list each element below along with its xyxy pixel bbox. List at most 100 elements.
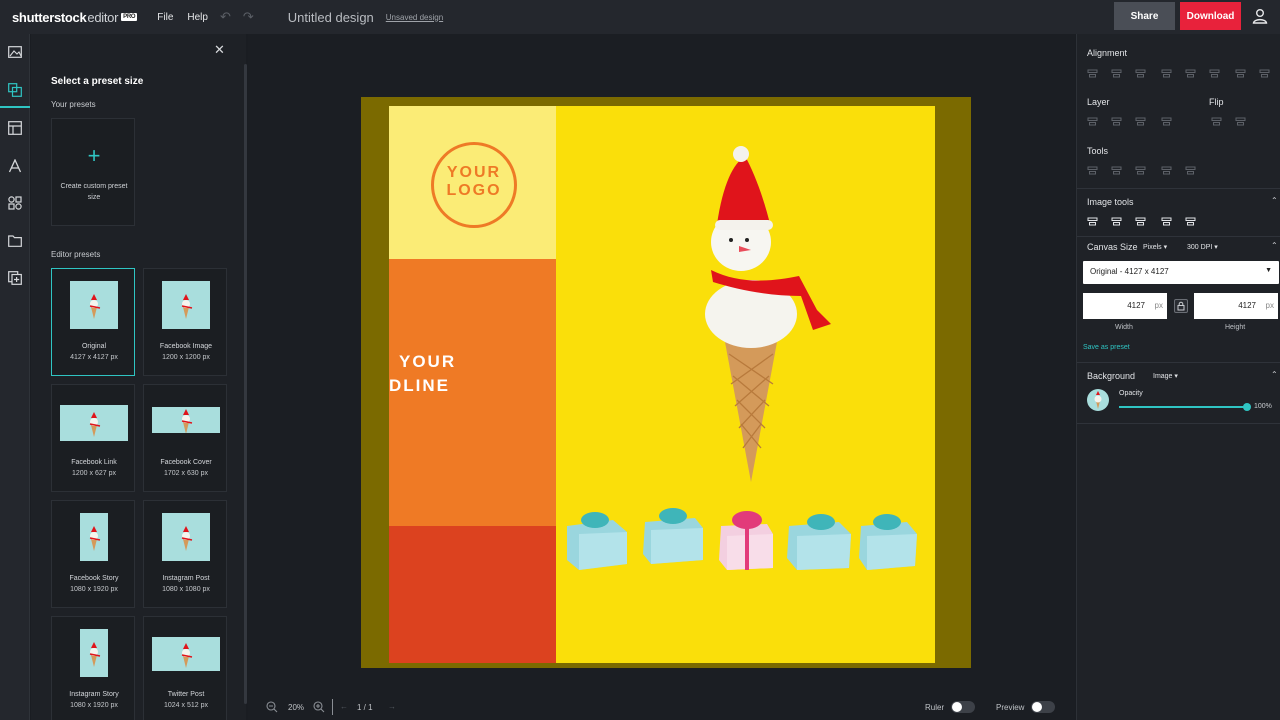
resize-icon (8, 83, 22, 97)
rail-elements[interactable] (5, 193, 25, 213)
divider (1077, 423, 1280, 424)
distribute-vertical-icon[interactable] (1235, 68, 1246, 79)
duplicate-icon[interactable] (1111, 165, 1122, 176)
mask-icon[interactable] (1161, 216, 1172, 227)
width-label: Width (1115, 324, 1133, 331)
divider (1077, 362, 1280, 363)
lock-icon[interactable] (1135, 165, 1146, 176)
pattern-icon[interactable] (1135, 216, 1146, 227)
document-title[interactable]: Untitled design (288, 10, 374, 25)
preset-name: Twitter Post (167, 691, 205, 698)
preset-card[interactable]: Facebook Image 1200 x 1200 px (143, 268, 227, 376)
eraser-icon[interactable] (1111, 216, 1122, 227)
preset-card[interactable]: Twitter Post 1024 x 512 px (143, 616, 227, 720)
ice-cream-snowman-image[interactable] (689, 144, 849, 484)
close-icon[interactable]: ✕ (214, 42, 225, 58)
background-type-select[interactable]: Image ▾ (1153, 372, 1178, 380)
folder-icon (8, 235, 22, 247)
preset-thumbnail (80, 513, 108, 561)
brand-logo[interactable]: shutterstock editor PRO (12, 10, 138, 25)
save-as-preset-link[interactable]: Save as preset (1083, 344, 1130, 351)
preset-thumbnail (162, 513, 210, 561)
bring-forward-icon[interactable] (1087, 116, 1098, 127)
zoom-in-icon[interactable] (313, 701, 325, 713)
download-button[interactable]: Download (1180, 2, 1241, 30)
rail-images[interactable] (5, 42, 25, 62)
preview-toggle[interactable] (1031, 701, 1055, 713)
canvas-size-dropdown[interactable]: Original - 4127 x 4127 ▼ (1083, 261, 1279, 284)
menu-file[interactable]: File (157, 12, 173, 23)
preset-card[interactable]: Original 4127 x 4127 px (51, 268, 135, 376)
preset-card[interactable]: Facebook Cover 1702 x 630 px (143, 384, 227, 492)
headline-line-1[interactable]: YOUR (399, 350, 456, 374)
align-middle-icon[interactable] (1185, 68, 1196, 79)
canvas-size-heading: Canvas Size (1087, 242, 1138, 252)
background-thumbnail[interactable] (1087, 389, 1109, 411)
opacity-slider-handle[interactable] (1243, 403, 1251, 411)
rail-add-page[interactable] (5, 268, 25, 288)
width-value: 4127 (1127, 301, 1145, 310)
height-label: Height (1225, 324, 1246, 331)
create-custom-preset-button[interactable]: + Create custom preset size (51, 118, 135, 226)
unit-select[interactable]: Pixels ▾ (1143, 243, 1167, 251)
preset-name: Facebook Cover (160, 459, 212, 466)
unsaved-link[interactable]: Unsaved design (386, 13, 443, 22)
alignment-heading: Alignment (1087, 48, 1128, 58)
next-page-icon[interactable]: → (388, 702, 396, 711)
send-to-back-icon[interactable] (1161, 116, 1172, 127)
canvas-size-value: Original - 4127 x 4127 (1090, 267, 1169, 276)
height-field[interactable]: 4127 px (1194, 293, 1278, 319)
rail-resize[interactable] (0, 80, 30, 108)
undo-icon[interactable]: ↶ (220, 9, 231, 25)
align-left-icon[interactable] (1087, 68, 1098, 79)
align-bottom-icon[interactable] (1209, 68, 1220, 79)
artboard[interactable]: YOUR LOGO YOUR DLINE (389, 106, 935, 663)
user-icon[interactable] (1252, 8, 1268, 24)
crop-icon[interactable] (1087, 216, 1098, 227)
copy-icon[interactable] (1161, 165, 1172, 176)
collapse-icon[interactable]: ⌃ (1271, 196, 1278, 205)
preset-size: 1080 x 1080 px (162, 586, 210, 593)
bottom-block[interactable] (389, 526, 556, 663)
gift-boxes-image[interactable] (561, 504, 921, 576)
rail-uploads[interactable] (5, 231, 25, 251)
preset-card[interactable]: Instagram Post 1080 x 1080 px (143, 500, 227, 608)
width-field[interactable]: 4127 px (1083, 293, 1167, 319)
align-right-icon[interactable] (1135, 68, 1146, 79)
prev-page-icon[interactable]: ← (340, 702, 348, 711)
distribute-horizontal-icon[interactable] (1259, 68, 1270, 79)
collapse-icon[interactable]: ⌃ (1271, 370, 1278, 379)
lock-aspect-icon[interactable] (1174, 299, 1188, 313)
send-backward-icon[interactable] (1111, 116, 1122, 127)
align-center-icon[interactable] (1111, 68, 1122, 79)
zoom-out-icon[interactable] (266, 701, 278, 713)
ruler-toggle[interactable] (951, 701, 975, 713)
headline-line-2[interactable]: DLINE (389, 374, 450, 398)
frame-icon[interactable] (1185, 216, 1196, 227)
panel-scrollbar[interactable] (244, 64, 247, 704)
trash-icon[interactable] (1185, 165, 1196, 176)
flip-horizontal-icon[interactable] (1211, 116, 1222, 127)
preset-size: 4127 x 4127 px (70, 354, 118, 361)
logo-placeholder[interactable]: YOUR LOGO (431, 164, 517, 200)
page-indicator: 1 / 1 (357, 703, 373, 712)
group-icon[interactable] (1087, 165, 1098, 176)
width-unit: px (1154, 301, 1163, 310)
redo-icon[interactable]: ↷ (243, 9, 254, 25)
rail-templates[interactable] (5, 118, 25, 138)
rail-text[interactable] (5, 156, 25, 176)
flip-vertical-icon[interactable] (1235, 116, 1246, 127)
page-divider (332, 699, 333, 715)
share-button[interactable]: Share (1114, 2, 1175, 30)
preset-card[interactable]: Facebook Story 1080 x 1920 px (51, 500, 135, 608)
preset-card[interactable]: Facebook Link 1200 x 627 px (51, 384, 135, 492)
align-top-icon[interactable] (1161, 68, 1172, 79)
preset-card[interactable]: Instagram Story 1080 x 1920 px (51, 616, 135, 720)
create-custom-label: Create custom preset size (60, 183, 128, 201)
menu-help[interactable]: Help (187, 12, 208, 23)
opacity-value: 100% (1254, 403, 1272, 410)
bring-to-front-icon[interactable] (1135, 116, 1146, 127)
opacity-slider-track[interactable] (1119, 406, 1247, 408)
dpi-select[interactable]: 300 DPI ▾ (1187, 243, 1218, 251)
collapse-icon[interactable]: ⌃ (1271, 241, 1278, 250)
